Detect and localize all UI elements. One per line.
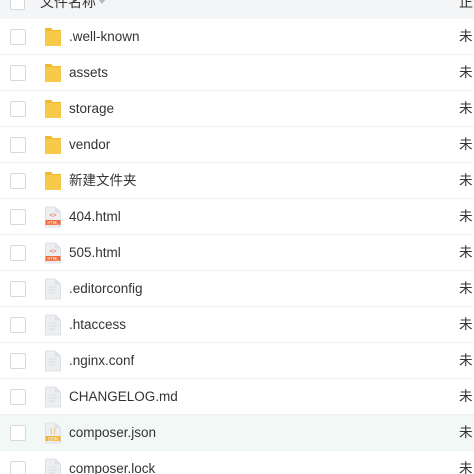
file-icon <box>44 278 62 300</box>
file-name-link[interactable]: 新建文件夹 <box>69 172 137 190</box>
row-checkbox[interactable] <box>10 245 26 261</box>
table-row[interactable]: 新建文件夹 未 <box>0 163 474 199</box>
file-name-link[interactable]: composer.lock <box>69 460 155 474</box>
file-name-link[interactable]: composer.json <box>69 424 156 442</box>
svg-text:HTML: HTML <box>47 256 59 261</box>
table-row[interactable]: .well-known 未 <box>0 19 474 55</box>
file-name-link[interactable]: .well-known <box>69 28 140 46</box>
file-icon <box>44 386 62 408</box>
folder-icon <box>44 134 62 156</box>
table-row[interactable]: vendor 未 <box>0 127 474 163</box>
file-list: 文件名称 正 .well-known 未 assets 未 storage 未 vendor… <box>0 0 474 474</box>
file-status: 未 <box>459 353 473 368</box>
file-name-link[interactable]: .htaccess <box>69 316 126 334</box>
table-row[interactable]: HTML <> 404.html 未 <box>0 199 474 235</box>
row-checkbox[interactable] <box>10 317 26 333</box>
file-name-link[interactable]: .editorconfig <box>69 280 143 298</box>
file-rows: .well-known 未 assets 未 storage 未 vendor 未新建文件夹未… <box>0 19 474 474</box>
table-header: 文件名称 正 <box>0 0 474 20</box>
table-row[interactable]: .editorconfig 未 <box>0 271 474 307</box>
svg-text:HTML: HTML <box>47 220 59 225</box>
file-icon <box>44 350 62 372</box>
row-checkbox[interactable] <box>10 281 26 297</box>
file-status: 未 <box>459 389 473 404</box>
row-checkbox[interactable] <box>10 353 26 369</box>
file-status: 未 <box>459 101 473 116</box>
file-name-link[interactable]: 404.html <box>69 208 121 226</box>
file-name-link[interactable]: CHANGELOG.md <box>69 388 178 406</box>
table-row[interactable]: assets 未 <box>0 55 474 91</box>
file-name-link[interactable]: .nginx.conf <box>69 352 134 370</box>
file-icon <box>44 314 62 336</box>
row-checkbox[interactable] <box>10 425 26 441</box>
svg-text:JSON: JSON <box>47 436 58 441</box>
file-status: 未 <box>459 317 473 332</box>
html-file-icon: HTML <> <box>44 206 62 228</box>
file-status: 未 <box>459 29 473 44</box>
file-icon <box>44 458 62 474</box>
row-checkbox[interactable] <box>10 461 26 474</box>
folder-icon <box>44 62 62 84</box>
file-status: 未 <box>459 425 473 440</box>
table-row[interactable]: CHANGELOG.md 未 <box>0 379 474 415</box>
file-name-link[interactable]: vendor <box>69 136 110 154</box>
svg-text:{}: {} <box>49 428 56 435</box>
row-checkbox[interactable] <box>10 29 26 45</box>
file-status: 未 <box>459 65 473 80</box>
row-checkbox[interactable] <box>10 173 26 189</box>
table-row[interactable]: .nginx.conf 未 <box>0 343 474 379</box>
file-status: 未 <box>459 281 473 296</box>
table-row[interactable]: storage 未 <box>0 91 474 127</box>
row-checkbox[interactable] <box>10 65 26 81</box>
select-all-checkbox[interactable] <box>10 0 25 10</box>
sort-down-icon[interactable] <box>98 0 106 4</box>
table-row[interactable]: JSON{} composer.json 未 <box>0 415 474 451</box>
file-name-link[interactable]: assets <box>69 64 108 82</box>
file-name-link[interactable]: storage <box>69 100 114 118</box>
folder-icon <box>44 26 62 48</box>
row-checkbox[interactable] <box>10 101 26 117</box>
file-status: 未 <box>459 245 473 260</box>
svg-text:<>: <> <box>49 212 57 219</box>
row-checkbox[interactable] <box>10 209 26 225</box>
file-status: 未 <box>459 461 473 474</box>
column-header-status[interactable]: 正 <box>459 0 473 10</box>
svg-text:<>: <> <box>49 248 57 255</box>
row-checkbox[interactable] <box>10 389 26 405</box>
table-row[interactable]: HTML <> 505.html 未 <box>0 235 474 271</box>
file-status: 未 <box>459 137 473 152</box>
json-file-icon: JSON{} <box>44 422 62 444</box>
html-file-icon: HTML <> <box>44 242 62 264</box>
file-status: 未 <box>459 209 473 224</box>
row-checkbox[interactable] <box>10 137 26 153</box>
table-row[interactable]: composer.lock 未 <box>0 451 474 474</box>
folder-icon <box>44 170 62 192</box>
table-row[interactable]: .htaccess 未 <box>0 307 474 343</box>
file-name-link[interactable]: 505.html <box>69 244 121 262</box>
folder-icon <box>44 98 62 120</box>
file-status: 未 <box>459 173 473 188</box>
column-header-name[interactable]: 文件名称 <box>40 0 96 10</box>
